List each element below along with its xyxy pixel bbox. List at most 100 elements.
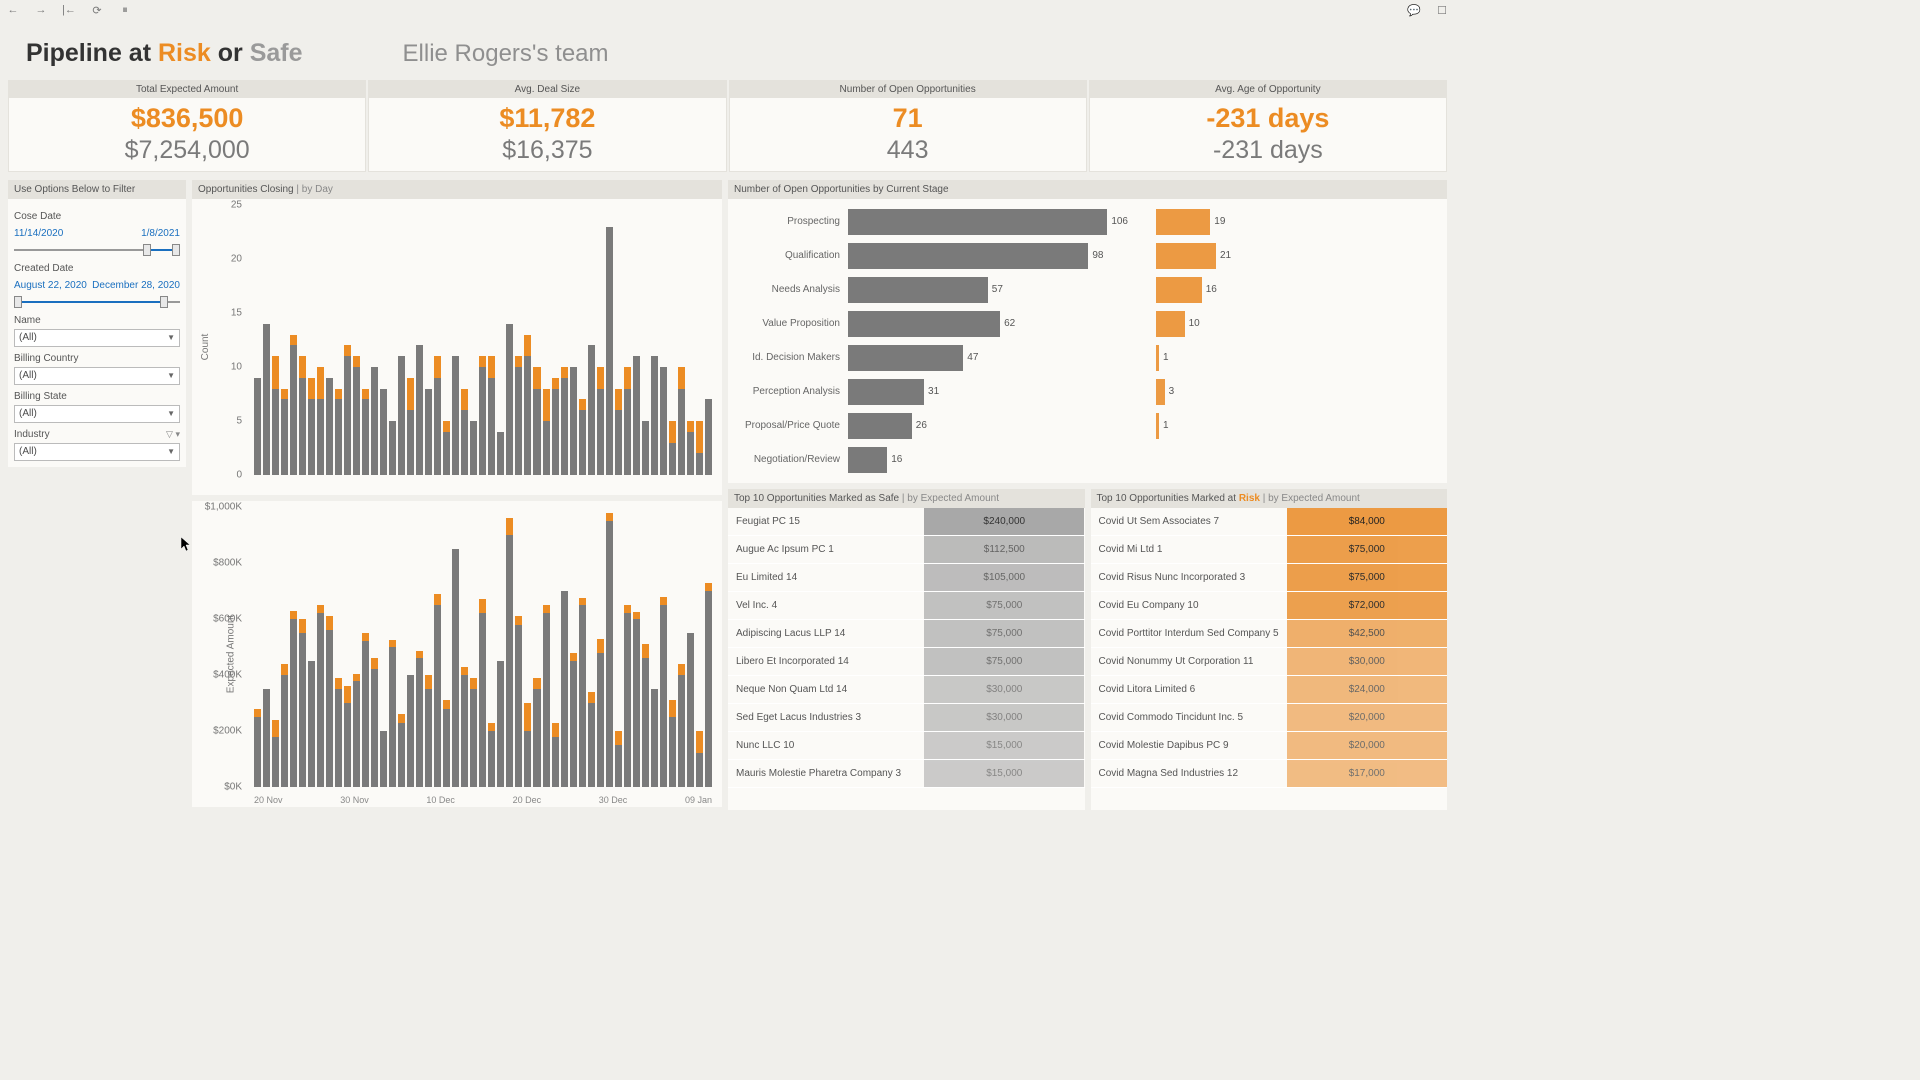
bar[interactable] <box>362 633 369 787</box>
bar[interactable] <box>452 549 459 787</box>
bar[interactable] <box>398 714 405 787</box>
industry-dropdown[interactable]: (All)▼ <box>14 443 180 461</box>
bar[interactable] <box>344 686 351 787</box>
bar[interactable] <box>479 356 486 475</box>
bar[interactable] <box>524 703 531 787</box>
table-row[interactable]: Eu Limited 14 $105,000 <box>728 564 1085 592</box>
back-icon[interactable]: ← <box>6 3 20 17</box>
created-date-slider[interactable] <box>14 295 180 309</box>
table-row[interactable]: Vel Inc. 4 $75,000 <box>728 592 1085 620</box>
stage-row[interactable]: Qualification 98 21 <box>734 239 1437 273</box>
bar[interactable] <box>479 599 486 787</box>
bar[interactable] <box>380 731 387 787</box>
bar[interactable] <box>254 378 261 475</box>
bar[interactable] <box>272 356 279 475</box>
revert-icon[interactable]: |← <box>62 3 76 17</box>
comment-icon[interactable]: 💬 <box>1407 3 1421 17</box>
bar[interactable] <box>488 356 495 475</box>
billing-country-dropdown[interactable]: (All)▼ <box>14 367 180 385</box>
bar[interactable] <box>687 421 694 475</box>
stage-row[interactable]: Prospecting 106 19 <box>734 205 1437 239</box>
bar[interactable] <box>543 389 550 475</box>
bar[interactable] <box>515 616 522 787</box>
bar[interactable] <box>552 378 559 475</box>
table-row[interactable]: Covid Molestie Dapibus PC 9 $20,000 <box>1091 732 1448 760</box>
table-row[interactable]: Covid Litora Limited 6 $24,000 <box>1091 676 1448 704</box>
table-row[interactable]: Covid Eu Company 10 $72,000 <box>1091 592 1448 620</box>
bar[interactable] <box>651 689 658 787</box>
bar[interactable] <box>362 389 369 475</box>
kpi-card[interactable]: Avg. Age of Opportunity -231 days -231 d… <box>1089 80 1447 172</box>
stage-row[interactable]: Negotiation/Review 16 <box>734 443 1437 477</box>
bar[interactable] <box>543 605 550 787</box>
bar[interactable] <box>371 658 378 787</box>
bar[interactable] <box>461 667 468 787</box>
bar[interactable] <box>597 639 604 787</box>
bar[interactable] <box>515 356 522 475</box>
bar[interactable] <box>335 678 342 787</box>
bar[interactable] <box>344 345 351 475</box>
count-chart[interactable]: Count 2520151050 <box>192 199 722 495</box>
kpi-card[interactable]: Number of Open Opportunities 71 443 <box>729 80 1087 172</box>
bar[interactable] <box>678 367 685 475</box>
bar[interactable] <box>561 591 568 787</box>
bar[interactable] <box>407 378 414 475</box>
bar[interactable] <box>398 356 405 475</box>
table-row[interactable]: Feugiat PC 15 $240,000 <box>728 508 1085 536</box>
refresh-icon[interactable]: ⟳ <box>90 3 104 17</box>
bar[interactable] <box>615 731 622 787</box>
bar[interactable] <box>705 399 712 475</box>
filter-icon[interactable]: ▽ ▾ <box>166 429 180 440</box>
bar[interactable] <box>299 356 306 475</box>
bar[interactable] <box>281 664 288 787</box>
bar[interactable] <box>651 356 658 475</box>
bar[interactable] <box>588 345 595 475</box>
bar[interactable] <box>290 611 297 787</box>
table-row[interactable]: Covid Commodo Tincidunt Inc. 5 $20,000 <box>1091 704 1448 732</box>
bar[interactable] <box>533 678 540 787</box>
amount-chart[interactable]: Expected Amount $1,000K$800K$600K$400K$2… <box>192 501 722 807</box>
bar[interactable] <box>443 700 450 787</box>
bar[interactable] <box>308 378 315 475</box>
bar[interactable] <box>416 345 423 475</box>
bar[interactable] <box>434 356 441 475</box>
stage-row[interactable]: Needs Analysis 57 16 <box>734 273 1437 307</box>
bar[interactable] <box>299 619 306 787</box>
bar[interactable] <box>696 731 703 787</box>
bar[interactable] <box>606 227 613 475</box>
stage-row[interactable]: Value Proposition 62 10 <box>734 307 1437 341</box>
table-row[interactable]: Covid Ut Sem Associates 7 $84,000 <box>1091 508 1448 536</box>
table-row[interactable]: Sed Eget Lacus Industries 3 $30,000 <box>728 704 1085 732</box>
table-row[interactable]: Nunc LLC 10 $15,000 <box>728 732 1085 760</box>
table-row[interactable]: Mauris Molestie Pharetra Company 3 $15,0… <box>728 760 1085 788</box>
bar[interactable] <box>272 720 279 787</box>
bar[interactable] <box>533 367 540 475</box>
bar[interactable] <box>615 389 622 475</box>
bar[interactable] <box>407 675 414 787</box>
bar[interactable] <box>497 432 504 475</box>
forward-icon[interactable]: → <box>34 3 48 17</box>
bar[interactable] <box>497 661 504 787</box>
bar[interactable] <box>353 674 360 787</box>
bar[interactable] <box>263 689 270 787</box>
bar[interactable] <box>633 612 640 787</box>
bar[interactable] <box>633 356 640 475</box>
bar[interactable] <box>470 678 477 787</box>
table-row[interactable]: Adipiscing Lacus LLP 14 $75,000 <box>728 620 1085 648</box>
bar[interactable] <box>570 367 577 475</box>
bar[interactable] <box>461 389 468 475</box>
bar[interactable] <box>660 367 667 475</box>
bar[interactable] <box>290 335 297 475</box>
bar[interactable] <box>443 421 450 475</box>
bar[interactable] <box>371 367 378 475</box>
bar[interactable] <box>335 389 342 475</box>
bar[interactable] <box>353 356 360 475</box>
pause-icon[interactable]: ⏸ <box>118 3 132 17</box>
bar[interactable] <box>579 598 586 787</box>
bar[interactable] <box>308 661 315 787</box>
bar[interactable] <box>624 367 631 475</box>
bar[interactable] <box>705 583 712 787</box>
bar[interactable] <box>470 421 477 475</box>
bar[interactable] <box>642 421 649 475</box>
kpi-card[interactable]: Total Expected Amount $836,500 $7,254,00… <box>8 80 366 172</box>
